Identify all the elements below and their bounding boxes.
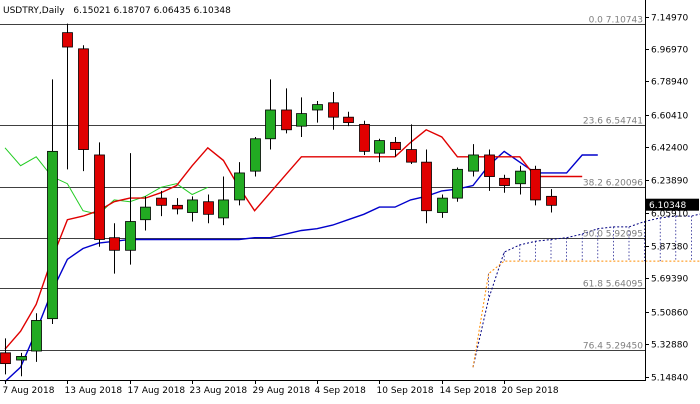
candle-down [203,201,214,215]
candle-down [499,177,510,186]
candle-up [16,356,27,361]
candle-down [328,102,339,118]
price-tick-label: 7.14970 [651,14,688,24]
chart-container: 0.0 7.10743 23.6 6.54741 38.2 6.20096 50.0 … [0,0,700,400]
price-tick-label: 5.69390 [651,275,688,285]
candle-down [109,237,120,251]
price-tick-label: 6.96970 [651,46,688,56]
time-tick-label: 20 Sep 2018 [502,386,559,396]
time-tick-label: 29 Aug 2018 [253,386,311,396]
candle-down [62,32,73,48]
time-tick-label: 14 Sep 2018 [440,386,497,396]
time-tick-label: 17 Aug 2018 [128,386,186,396]
candle-up [125,221,136,251]
current-price-tag: 6.10348 [646,198,699,211]
candle-up [218,199,229,219]
chart-header: USDTRY,Daily 6.15021 6.18707 6.06435 6.1… [3,6,231,16]
candle-up [234,172,245,201]
price-tick-label: 5.32880 [651,341,688,351]
candle-down [406,149,417,163]
fib-level-label: 61.8 5.64095 [583,280,643,290]
price-tick-label: 6.78940 [651,78,688,88]
candle-down [281,109,292,131]
time-tick-label: 23 Aug 2018 [190,386,248,396]
fib-level-label: 0.0 7.10743 [589,16,643,26]
current-price-label: 6.10348 [649,201,686,211]
candle-down [390,141,401,150]
candle-down [546,195,557,206]
price-tick-label: 6.23890 [651,177,688,187]
candle-up [187,199,198,213]
price-tick-label: 5.87380 [651,243,688,253]
time-tick-label: 4 Sep 2018 [315,386,367,396]
candle-up [250,138,261,172]
price-tick-label: 5.14840 [651,374,688,384]
time-tick-label: 13 Aug 2018 [65,386,123,396]
candle-up [312,104,323,111]
candle-up [437,197,448,213]
candle-down [78,48,89,150]
fib-level-label: 76.4 5.29450 [583,342,643,352]
candle-down [0,352,11,365]
candle-down [172,204,183,210]
candle-down [359,123,370,152]
candle-down [156,197,167,206]
price-tick-label: 5.50860 [651,309,688,319]
candle-up [515,170,526,185]
fib-level-label: 50.0 5.92095 [583,230,643,240]
price-tick-label: 6.60410 [651,112,688,122]
candle-up [468,154,479,172]
time-tick-label: 10 Sep 2018 [377,386,434,396]
candle-up [47,150,58,320]
candle-up [452,168,463,199]
candle-down [484,154,495,177]
candle-down [421,161,432,212]
price-chart: 0.0 7.10743 23.6 6.54741 38.2 6.20096 50.0 … [0,0,700,400]
candle-up [31,320,42,352]
candle-up [265,109,276,140]
plot-background [0,0,700,400]
price-tick-label: 6.42400 [651,144,688,154]
candle-up [296,113,307,127]
candle-down [343,116,354,123]
fib-level-label: 38.2 6.20096 [583,179,643,189]
candle-up [140,206,151,221]
time-tick-label: 7 Aug 2018 [3,386,55,396]
fib-level-label: 23.6 6.54741 [583,117,643,127]
candle-down [530,168,541,201]
candle-up [374,140,385,154]
ohlc-values: 6.15021 6.18707 6.06435 6.10348 [73,6,231,16]
candle-down [94,154,105,240]
symbol-label: USDTRY,Daily [3,6,65,16]
